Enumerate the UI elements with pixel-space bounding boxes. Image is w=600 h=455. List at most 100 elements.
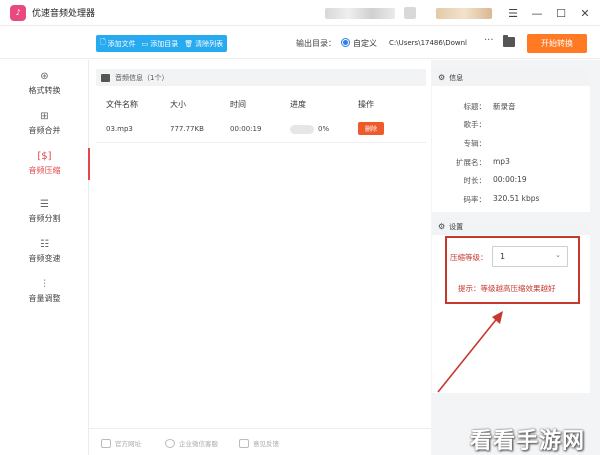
info-value: 320.51 kbps (493, 194, 540, 203)
folder-add-icon: ▭ (141, 39, 149, 48)
column-header-progress: 进度 (290, 100, 306, 109)
close-icon[interactable]: ✕ (576, 4, 594, 22)
bottom-bar: 官方网址 企业微信客服 意见反馈 (89, 428, 431, 455)
info-key: 专辑： (463, 139, 487, 148)
add-folder-button[interactable]: ▭ 添加目录 (142, 39, 179, 49)
sidebar-item-audio-split[interactable]: ☰ 音频分割 (0, 192, 89, 232)
file-list-panel: 音频信息（1个） 文件名称 大小 时间 进度 操作 03.mp3 777.77K… (96, 69, 426, 419)
info-key: 标题： (463, 102, 487, 111)
add-folder-label: 添加目录 (150, 39, 179, 48)
wechat-service-label: 企业微信客服 (179, 440, 218, 448)
gear-icon: ⚙ (438, 222, 446, 231)
info-key: 歌手： (463, 120, 487, 129)
feedback-label: 意见反馈 (253, 440, 279, 448)
custom-radio-label[interactable]: 自定义 (353, 38, 377, 49)
compress-icon: [$] (37, 151, 52, 162)
web-icon (101, 438, 111, 448)
app-logo-icon: ♪ (10, 4, 26, 21)
sidebar-item-audio-speed[interactable]: ☷ 音频变速 (0, 232, 89, 272)
info-row-extension: 扩展名： mp3 (432, 157, 590, 169)
add-file-label: 添加文件 (107, 39, 136, 48)
convert-icon: ⊛ (40, 71, 49, 82)
sidebar-item-label: 音量调整 (28, 294, 61, 303)
info-row-title: 标题： 新录音 (432, 101, 590, 113)
volume-icon: ⫶ (43, 279, 46, 290)
compress-level-select[interactable]: 1 ⌄ (492, 246, 568, 267)
file-size-cell: 777.77KB (170, 125, 204, 133)
add-file-button[interactable]: 🗋 添加文件 (100, 38, 136, 49)
compress-tip: 提示：等级越高压缩效果越好 (458, 284, 556, 293)
feedback-icon (239, 438, 249, 448)
sidebar-item-label: 音频分割 (28, 214, 61, 223)
clear-list-button[interactable]: 🗑 清除列表 (184, 39, 223, 49)
column-header-action: 操作 (358, 100, 374, 109)
info-key: 码率： (463, 195, 487, 204)
info-row-bitrate: 码率： 320.51 kbps (432, 194, 590, 206)
browse-more-button[interactable]: ··· (484, 35, 494, 46)
settings-header: ⚙ 设置 (432, 218, 590, 235)
toolbar: 🗋 添加文件 ▭ 添加目录 🗑 清除列表 输出目录： 自定义 ··· 开始转换 (0, 27, 600, 59)
file-time-cell: 00:00:19 (230, 125, 262, 133)
merge-icon: ⊞ (40, 111, 49, 122)
chevron-down-icon: ⌄ (555, 251, 561, 259)
sidebar-item-label: 音频压缩 (28, 166, 61, 175)
title-bar: ♪ 优速音频处理器 ☰ — ☐ ✕ (0, 0, 600, 26)
compress-level-label: 压缩等级： (450, 253, 488, 262)
info-panel: ⚙ 信息 标题： 新录音 歌手： 专辑： 扩展名： mp3 时长： 00:00:… (432, 69, 590, 212)
clear-list-label: 清除列表 (195, 39, 224, 48)
menu-icon[interactable]: ☰ (504, 4, 522, 22)
sidebar-item-audio-compress[interactable]: [$] 音频压缩 (0, 144, 90, 184)
blurred-account-info (325, 8, 395, 19)
blurred-vip-badge[interactable] (436, 8, 492, 19)
info-value: 新录音 (493, 102, 516, 111)
file-list-title: 音频信息（1个） (115, 73, 169, 82)
split-icon: ☰ (40, 199, 49, 210)
minimize-icon[interactable]: — (528, 4, 546, 22)
progress-bar (290, 125, 314, 134)
music-note-icon: ♪ (15, 8, 21, 17)
row-divider (96, 142, 426, 143)
feedback-link[interactable]: 意见反馈 (239, 438, 279, 448)
info-row-artist: 歌手： (432, 119, 590, 131)
chat-icon (165, 438, 175, 448)
info-header: ⚙ 信息 (432, 69, 590, 86)
start-convert-button[interactable]: 开始转换 (527, 34, 587, 53)
blurred-icon (404, 7, 416, 19)
custom-radio[interactable] (341, 38, 350, 47)
sidebar-item-label: 音频合并 (28, 126, 61, 135)
official-site-link[interactable]: 官方网址 (101, 438, 141, 448)
file-add-icon: 🗋 (100, 38, 106, 46)
info-row-duration: 时长： 00:00:19 (432, 175, 590, 187)
file-name-cell: 03.mp3 (106, 125, 133, 133)
sidebar-item-format-convert[interactable]: ⊛ 格式转换 (0, 64, 89, 104)
column-header-name: 文件名称 (106, 100, 138, 109)
watermark: 看看手游网 (470, 429, 586, 454)
info-value: mp3 (493, 157, 510, 166)
column-header-time: 时间 (230, 100, 246, 109)
info-value: 00:00:19 (493, 175, 527, 184)
trash-icon: 🗑 (184, 39, 194, 48)
maximize-icon[interactable]: ☐ (552, 4, 570, 22)
info-key: 时长： (463, 176, 487, 185)
official-site-label: 官方网址 (115, 440, 141, 448)
settings-title: 设置 (449, 222, 464, 231)
output-dir-label: 输出目录： (296, 39, 336, 48)
image-icon (101, 73, 110, 82)
column-header-size: 大小 (170, 100, 186, 109)
delete-button[interactable]: 删除 (358, 122, 384, 135)
sidebar-item-volume-adjust[interactable]: ⫶ 音量调整 (0, 272, 89, 312)
open-folder-icon[interactable] (503, 35, 515, 47)
info-key: 扩展名： (456, 158, 486, 167)
sidebar-item-label: 音频变速 (28, 254, 61, 263)
file-list-header: 音频信息（1个） (96, 69, 426, 86)
window-controls: ☰ — ☐ ✕ (504, 4, 594, 22)
app-title: 优速音频处理器 (32, 9, 96, 19)
file-actions-group: 🗋 添加文件 ▭ 添加目录 🗑 清除列表 (96, 35, 228, 52)
sidebar-item-audio-merge[interactable]: ⊞ 音频合并 (0, 104, 89, 144)
wechat-service-link[interactable]: 企业微信客服 (165, 438, 218, 448)
compress-level-value: 1 (500, 252, 506, 261)
output-path-field[interactable] (386, 36, 478, 50)
progress-percent: 0% (318, 125, 330, 133)
sidebar-item-label: 格式转换 (28, 86, 61, 95)
speed-icon: ☷ (40, 239, 49, 250)
